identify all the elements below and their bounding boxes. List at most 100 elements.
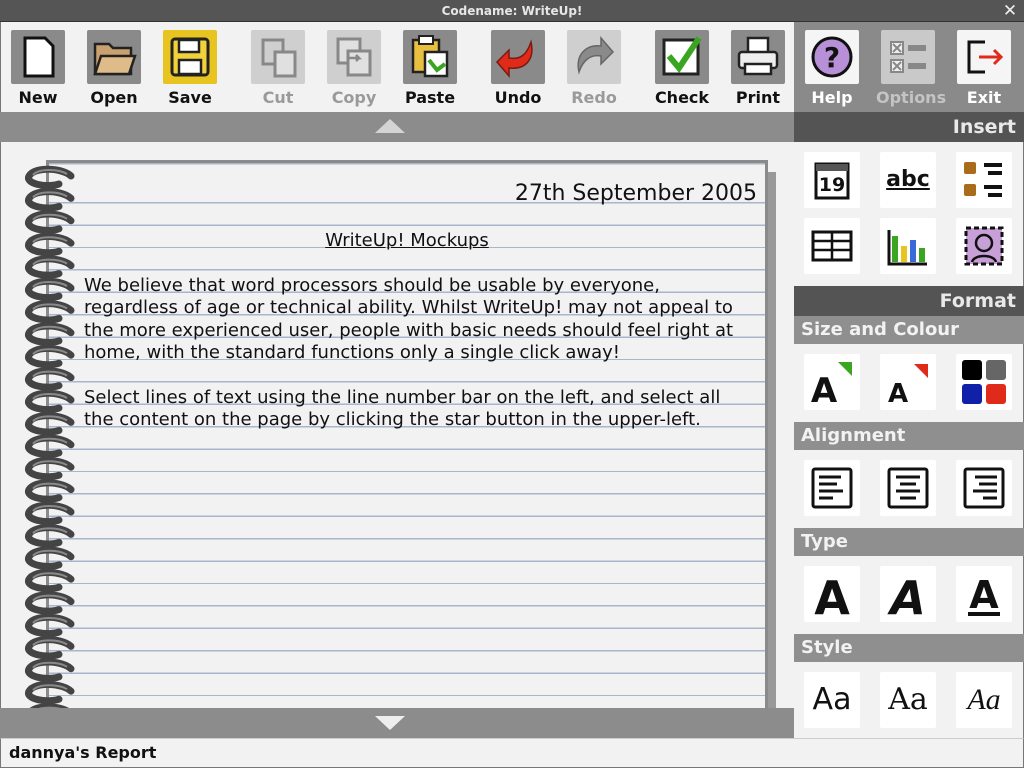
new-button[interactable]: New	[6, 30, 70, 112]
new-document-icon	[23, 36, 55, 78]
insert-date-button[interactable]: 19	[804, 152, 860, 208]
calendar-day: 19	[818, 174, 846, 196]
copy-icon	[336, 37, 372, 77]
save-button[interactable]: Save	[158, 30, 222, 112]
insert-list-button[interactable]	[956, 152, 1012, 208]
open-button[interactable]: Open	[82, 30, 146, 112]
printer-icon	[737, 36, 779, 76]
italic-button[interactable]: A	[880, 566, 936, 622]
document-area[interactable]: 27th September 2005 WriteUp! Mockups We …	[0, 142, 794, 708]
insert-spelling-button[interactable]: abc	[880, 152, 936, 208]
sans-style-sample: Aa	[812, 682, 852, 717]
insert-picture-button[interactable]	[956, 218, 1012, 274]
window-titlebar: Codename: WriteUp! ✕	[0, 0, 1024, 22]
panel-toolbar: ? Help Options Exit	[794, 22, 1024, 112]
redo-arrow-icon	[577, 35, 615, 75]
help-button[interactable]: ? Help	[800, 30, 864, 112]
font-colour-button[interactable]	[956, 354, 1012, 410]
down-arrow-icon	[375, 716, 405, 730]
main-toolbar: New Open Save Cut Copy Paste Undo Redo C…	[0, 22, 794, 112]
align-left-icon	[811, 467, 853, 509]
redo-button[interactable]: Redo	[562, 30, 626, 112]
bold-icon: A	[814, 571, 850, 622]
help-label: Help	[811, 88, 853, 107]
align-left-button[interactable]	[804, 460, 860, 516]
check-button[interactable]: Check	[650, 30, 714, 112]
svg-text:A: A	[969, 573, 999, 617]
table-icon	[811, 230, 853, 262]
bullet-list-icon	[964, 162, 1002, 197]
new-label: New	[18, 88, 58, 107]
status-bar: dannya's Report	[0, 738, 1024, 768]
notebook-spiral	[25, 165, 75, 708]
align-right-button[interactable]	[956, 460, 1012, 516]
paste-icon	[411, 35, 449, 78]
open-folder-icon	[93, 42, 137, 76]
cut-button[interactable]: Cut	[246, 30, 310, 112]
exit-door-icon	[967, 40, 1004, 74]
align-right-icon	[963, 467, 1005, 509]
options-label: Options	[876, 88, 947, 107]
svg-text:A: A	[888, 379, 908, 409]
document-date[interactable]: 27th September 2005	[515, 181, 757, 206]
help-question-icon: ?	[811, 36, 853, 78]
right-panel: ? Help Options Exit Insert 19 abc Format…	[794, 22, 1024, 738]
undo-arrow-icon	[495, 39, 533, 79]
svg-text:A: A	[887, 571, 926, 622]
spell-check-icon	[662, 36, 702, 76]
picture-icon	[964, 226, 1004, 266]
undo-button[interactable]: Undo	[486, 30, 550, 112]
exit-button[interactable]: Exit	[952, 30, 1016, 112]
style-script-button[interactable]: Aa	[956, 672, 1012, 728]
paragraph-1[interactable]: We believe that word processors should b…	[84, 275, 744, 365]
options-list-icon	[890, 41, 926, 73]
print-label: Print	[735, 88, 781, 107]
paragraph-2[interactable]: Select lines of text using the line numb…	[84, 387, 744, 432]
font-size-decrease-icon: A	[888, 364, 928, 409]
underline-button[interactable]: A	[956, 566, 1012, 622]
style-sans-button[interactable]: Aa	[804, 672, 860, 728]
script-style-sample: Aa	[967, 683, 1001, 716]
colour-palette-icon	[962, 360, 1006, 404]
increase-size-button[interactable]: A	[804, 354, 860, 410]
paste-button[interactable]: Paste	[398, 30, 462, 112]
bar-chart-icon	[887, 230, 927, 266]
copy-label: Copy	[331, 88, 377, 107]
bold-button[interactable]: A	[804, 566, 860, 622]
paste-label: Paste	[404, 88, 456, 107]
size-colour-heading: Size and Colour	[794, 316, 1024, 344]
check-label: Check	[654, 88, 710, 107]
format-heading: Format	[794, 286, 1024, 316]
exit-label: Exit	[966, 88, 1002, 107]
scroll-down-button[interactable]	[0, 708, 794, 738]
align-center-button[interactable]	[880, 460, 936, 516]
type-heading: Type	[794, 528, 1024, 556]
copy-button[interactable]: Copy	[322, 30, 386, 112]
floppy-disk-icon	[170, 37, 210, 77]
style-serif-button[interactable]: Aa	[880, 672, 936, 728]
open-label: Open	[90, 88, 138, 107]
window-title: Codename: WriteUp!	[441, 4, 583, 18]
svg-text:A: A	[814, 571, 850, 622]
insert-table-button[interactable]	[804, 218, 860, 274]
redo-label: Redo	[571, 88, 617, 107]
serif-style-sample: Aa	[888, 682, 928, 717]
document-heading[interactable]: WriteUp! Mockups	[49, 230, 765, 251]
insert-chart-button[interactable]	[880, 218, 936, 274]
scroll-up-button[interactable]	[0, 112, 794, 142]
options-button[interactable]: Options	[876, 30, 947, 112]
font-size-increase-icon: A	[811, 362, 852, 410]
cut-label: Cut	[262, 88, 294, 107]
save-label: Save	[168, 88, 212, 107]
svg-text:A: A	[811, 371, 838, 410]
abc-text-icon: abc	[886, 167, 930, 192]
close-icon[interactable]: ✕	[1002, 0, 1018, 22]
decrease-size-button[interactable]: A	[880, 354, 936, 410]
up-arrow-icon	[375, 119, 405, 133]
align-center-icon	[887, 467, 929, 509]
italic-icon: A	[887, 571, 926, 622]
print-button[interactable]: Print	[726, 30, 790, 112]
undo-label: Undo	[494, 88, 542, 107]
insert-heading: Insert	[794, 112, 1024, 142]
document-page[interactable]: 27th September 2005 WriteUp! Mockups We …	[46, 160, 768, 708]
